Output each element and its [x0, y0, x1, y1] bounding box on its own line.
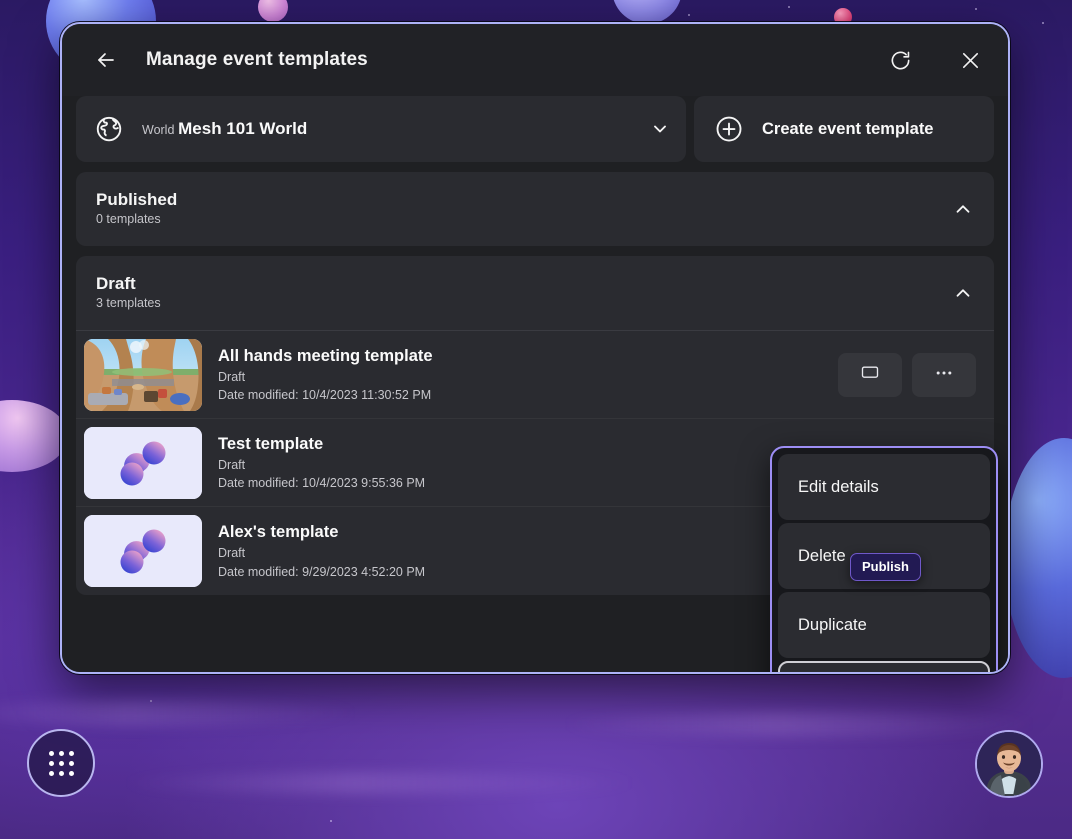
more-horizontal-icon: [934, 363, 954, 386]
close-button[interactable]: [950, 40, 990, 80]
treehouse-scene-thumbnail: [84, 338, 202, 411]
world-selector-dropdown[interactable]: World Mesh 101 World: [76, 96, 686, 162]
section-title: Draft: [96, 274, 136, 294]
mesh-logo-thumbnail: [84, 515, 202, 587]
template-preview-button[interactable]: [838, 352, 902, 397]
world-selector-label: World: [142, 122, 175, 137]
menu-item-duplicate[interactable]: Duplicate: [778, 592, 990, 658]
decorative-star: [1042, 22, 1044, 24]
create-event-template-button[interactable]: Create event template: [694, 96, 994, 162]
decorative-star: [975, 8, 977, 10]
selector-row: World Mesh 101 World Create event templa…: [76, 96, 994, 162]
decorative-light-streak: [0, 700, 360, 726]
template-name: All hands meeting template: [218, 346, 433, 365]
grid-dots-icon: [48, 750, 74, 776]
monitor-icon: [860, 363, 880, 386]
decorative-star: [330, 820, 332, 822]
template-more-options-button[interactable]: [912, 352, 976, 397]
section-title: Published: [96, 190, 178, 210]
dialog-header: Manage event templates: [62, 24, 1008, 96]
template-status: Draft: [218, 369, 246, 384]
section-meta: Published 0 templates: [96, 189, 952, 229]
chevron-up-icon: [952, 282, 974, 304]
decorative-star: [788, 6, 790, 8]
desktop-background: Manage event templates World Mesh 101 Wo…: [0, 0, 1072, 839]
section-meta: Draft 3 templates: [96, 273, 952, 313]
template-date-modified: Date modified: 10/4/2023 11:30:52 PM: [218, 388, 432, 403]
publish-tooltip: Publish: [850, 553, 921, 581]
avatar[interactable]: [975, 730, 1043, 798]
decorative-orb-pink: [258, 0, 288, 22]
chevron-up-icon: [952, 198, 974, 220]
app-launcher-button[interactable]: [27, 729, 95, 797]
decorative-light-streak: [560, 712, 1040, 736]
decorative-orb-right-edge: [1004, 438, 1072, 678]
page-title: Manage event templates: [146, 49, 368, 70]
close-icon: [959, 49, 982, 72]
template-info: All hands meeting template Draft Date mo…: [218, 345, 838, 404]
section-count: 3 templates: [96, 296, 161, 311]
section-header-draft[interactable]: Draft 3 templates: [76, 256, 994, 330]
refresh-button[interactable]: [880, 40, 920, 80]
world-selector-value: Mesh 101 World: [178, 118, 308, 138]
globe-icon: [94, 114, 124, 144]
decorative-orb-left-edge: [0, 400, 68, 472]
user-avatar-icon: [977, 732, 1041, 796]
refresh-icon: [889, 49, 912, 72]
menu-item-publish[interactable]: Publish: [778, 661, 990, 672]
decorative-star: [150, 700, 152, 702]
section-count: 0 templates: [96, 212, 161, 227]
create-event-template-label: Create event template: [762, 119, 934, 138]
decorative-orb-lavender: [612, 0, 682, 24]
world-selector-text: World Mesh 101 World: [142, 118, 650, 141]
dialog-body: World Mesh 101 World Create event templa…: [62, 96, 1008, 672]
row-actions: [838, 352, 976, 397]
plus-circle-icon: [714, 114, 744, 144]
chevron-down-icon: [650, 119, 670, 139]
section-header-published[interactable]: Published 0 templates: [76, 172, 994, 246]
menu-item-edit-details[interactable]: Edit details: [778, 454, 990, 520]
decorative-light-streak: [120, 772, 640, 794]
section-published: Published 0 templates: [76, 172, 994, 246]
table-row[interactable]: All hands meeting template Draft Date mo…: [76, 331, 994, 419]
back-arrow-icon: [94, 48, 118, 72]
mesh-logo-thumbnail: [84, 426, 202, 499]
decorative-star: [688, 14, 690, 16]
back-button[interactable]: [86, 40, 126, 80]
